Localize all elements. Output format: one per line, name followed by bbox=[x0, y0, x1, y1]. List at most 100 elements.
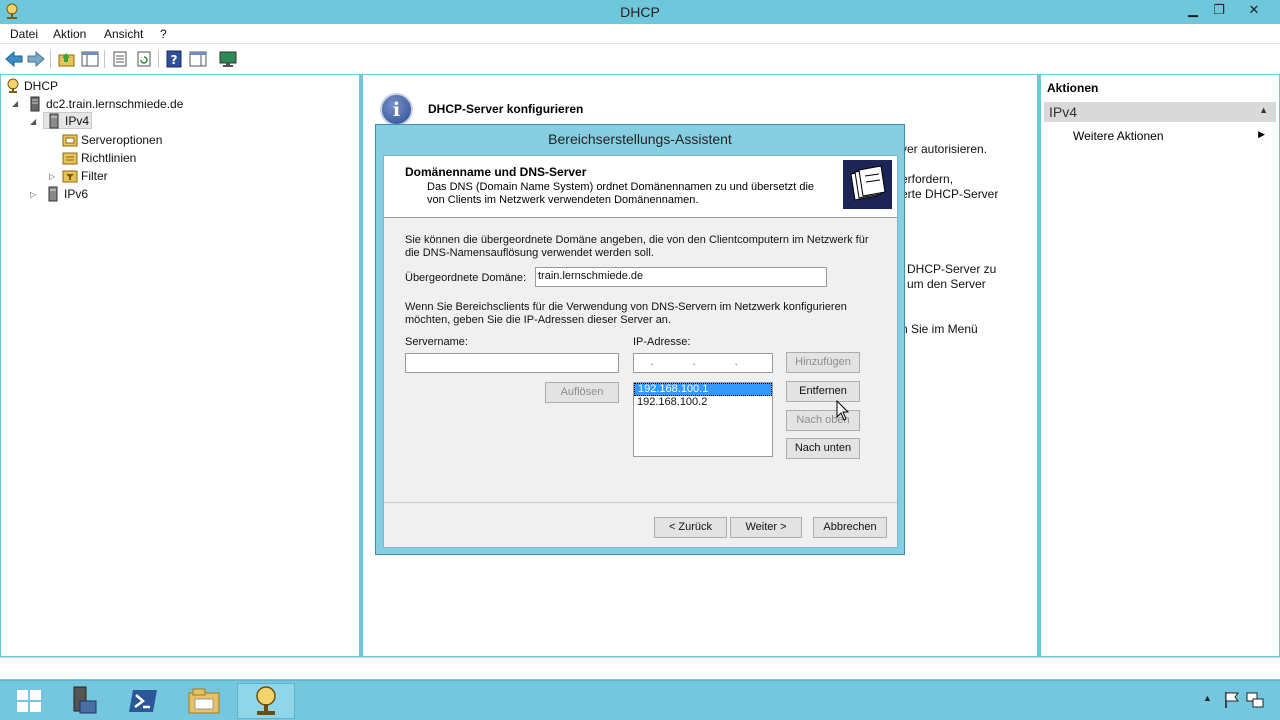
menu-ansicht[interactable]: Ansicht bbox=[104, 27, 143, 41]
windows-logo-icon bbox=[17, 690, 41, 712]
menu-aktion[interactable]: Aktion bbox=[53, 27, 86, 41]
explorer-taskbar-button[interactable] bbox=[175, 683, 233, 719]
ip-address-input[interactable]: . . . bbox=[633, 353, 773, 373]
tree-item-ipv4[interactable]: IPv4 bbox=[43, 112, 93, 129]
servername-label: Servername: bbox=[405, 336, 468, 348]
expanded-arrow-icon[interactable]: ◢ bbox=[12, 99, 18, 108]
status-bar bbox=[0, 657, 1280, 679]
bg-text-line: um den Server bbox=[907, 277, 986, 291]
add-button[interactable]: Hinzufügen bbox=[786, 352, 860, 373]
collapsed-arrow-icon[interactable]: ▷ bbox=[30, 190, 36, 199]
start-button[interactable] bbox=[0, 683, 58, 719]
tree-label-dhcp: DHCP bbox=[24, 78, 59, 93]
show-hide-action-pane-icon[interactable] bbox=[188, 49, 208, 69]
powershell-icon bbox=[129, 690, 157, 712]
dhcp-taskbar-button[interactable] bbox=[237, 683, 295, 719]
servername-input[interactable] bbox=[405, 353, 619, 373]
wizard-header-description: Das DNS (Domain Name System) ordnet Domä… bbox=[427, 181, 815, 206]
back-button[interactable]: < Zurück bbox=[654, 517, 727, 538]
filter-icon bbox=[62, 170, 78, 182]
close-button[interactable]: ✕ bbox=[1238, 0, 1270, 20]
tree-item-dhcp[interactable]: DHCP bbox=[5, 77, 58, 94]
forward-arrow-icon[interactable] bbox=[26, 49, 46, 69]
bg-text-line: n Sie im Menü bbox=[901, 322, 978, 336]
folder-icon bbox=[188, 688, 220, 714]
collapse-up-icon[interactable]: ▲ bbox=[1259, 105, 1268, 115]
more-actions-link[interactable]: Weitere Aktionen bbox=[1073, 129, 1164, 143]
bg-text-line: DHCP-Server zu bbox=[907, 262, 997, 276]
tree-label-server: dc2.train.lernschmiede.de bbox=[46, 96, 184, 111]
tree-item-richtlinien[interactable]: Richtlinien bbox=[62, 149, 136, 166]
policies-icon bbox=[62, 152, 78, 164]
bg-text-line: ver autorisieren. bbox=[901, 142, 988, 156]
wizard-dialog: Bereichserstellungs-Assistent Domänennam… bbox=[375, 124, 905, 555]
toolbar: ? bbox=[0, 44, 1280, 74]
action-center-flag-icon[interactable] bbox=[1224, 691, 1240, 709]
title-bar: DHCP ▁ ❐ ✕ bbox=[0, 0, 1280, 24]
powershell-taskbar-button[interactable] bbox=[114, 683, 172, 719]
dns-intro-text: Wenn Sie Bereichsclients für die Verwend… bbox=[405, 301, 847, 326]
info-icon: i bbox=[380, 93, 413, 126]
parent-domain-label: Übergeordnete Domäne: bbox=[405, 272, 527, 284]
parent-domain-input[interactable]: train.lernschmiede.de bbox=[535, 267, 827, 287]
menu-help[interactable]: ? bbox=[160, 27, 167, 41]
collapsed-arrow-icon[interactable]: ▷ bbox=[49, 172, 55, 181]
up-folder-icon[interactable] bbox=[56, 49, 76, 69]
server-icon bbox=[30, 96, 40, 111]
show-hide-tree-icon[interactable] bbox=[80, 49, 100, 69]
wizard-header-title: Domänenname und DNS-Server bbox=[405, 165, 587, 179]
taskbar: ▲ bbox=[0, 680, 1280, 720]
refresh-icon[interactable] bbox=[134, 49, 154, 69]
move-down-button[interactable]: Nach unten bbox=[786, 438, 860, 459]
wizard-body: Domänenname und DNS-Server Das DNS (Doma… bbox=[383, 155, 898, 548]
resolve-button[interactable]: Auflösen bbox=[545, 382, 619, 403]
bg-text-line: erte DHCP-Server bbox=[901, 187, 999, 201]
dhcp-icon bbox=[7, 78, 19, 93]
next-button[interactable]: Weiter > bbox=[730, 517, 802, 538]
server-manager-taskbar-button[interactable] bbox=[53, 683, 111, 719]
tree-item-ipv6[interactable]: IPv6 bbox=[45, 185, 88, 202]
restore-button[interactable]: ❐ bbox=[1203, 0, 1235, 20]
tray-expand-icon[interactable]: ▲ bbox=[1203, 693, 1212, 703]
cancel-button[interactable]: Abbrechen bbox=[813, 517, 887, 538]
list-item[interactable]: 192.168.100.1 bbox=[634, 383, 772, 396]
tree-label-ipv4: IPv4 bbox=[65, 113, 90, 128]
center-title: DHCP-Server konfigurieren bbox=[428, 102, 584, 116]
intro-text: Sie können die übergeordnete Domäne ange… bbox=[405, 234, 869, 259]
window-title: DHCP bbox=[620, 4, 660, 20]
mouse-cursor-icon bbox=[836, 400, 850, 421]
tree-label-serveroptionen: Serveroptionen bbox=[81, 132, 163, 147]
ip-address-label: IP-Adresse: bbox=[633, 336, 691, 348]
actions-section-label: IPv4 bbox=[1049, 104, 1078, 120]
back-arrow-icon[interactable] bbox=[4, 49, 24, 69]
actions-section-ipv4[interactable]: IPv4 ▲ bbox=[1044, 102, 1276, 122]
footer-separator bbox=[384, 502, 897, 503]
actions-header: Aktionen bbox=[1047, 81, 1099, 95]
ip-address-list[interactable]: 192.168.100.1 192.168.100.2 bbox=[633, 382, 773, 457]
actions-pane: Aktionen IPv4 ▲ Weitere Aktionen ▶ bbox=[1041, 75, 1279, 656]
tree-label-ipv6: IPv6 bbox=[64, 186, 89, 201]
ipv4-icon bbox=[49, 113, 59, 128]
remove-button[interactable]: Entfernen bbox=[786, 381, 860, 402]
ipv6-icon bbox=[48, 186, 58, 201]
server-manager-icon bbox=[73, 686, 97, 714]
dhcp-taskbar-icon bbox=[256, 686, 276, 715]
tree-item-filter[interactable]: Filter bbox=[62, 167, 108, 184]
expanded-arrow-icon[interactable]: ◢ bbox=[30, 117, 36, 126]
tree-label-filter: Filter bbox=[81, 168, 108, 183]
list-item[interactable]: 192.168.100.2 bbox=[634, 396, 772, 409]
server-options-icon bbox=[62, 134, 78, 146]
tree-label-richtlinien: Richtlinien bbox=[81, 150, 137, 165]
svg-text:?: ? bbox=[171, 53, 178, 67]
help-icon[interactable]: ? bbox=[164, 49, 184, 69]
tree-item-serveroptionen[interactable]: Serveroptionen bbox=[62, 131, 162, 148]
menu-bar: Datei Aktion Ansicht ? bbox=[0, 24, 1280, 44]
submenu-arrow-icon: ▶ bbox=[1258, 129, 1265, 139]
wizard-title: Bereichserstellungs-Assistent bbox=[548, 131, 732, 147]
menu-datei[interactable]: Datei bbox=[10, 27, 38, 41]
network-icon[interactable] bbox=[1246, 691, 1264, 709]
wizard-header: Domänenname und DNS-Server Das DNS (Doma… bbox=[384, 156, 897, 218]
monitor-icon[interactable] bbox=[218, 49, 238, 69]
tree-item-server[interactable]: dc2.train.lernschmiede.de bbox=[27, 95, 183, 112]
properties-icon[interactable] bbox=[110, 49, 130, 69]
